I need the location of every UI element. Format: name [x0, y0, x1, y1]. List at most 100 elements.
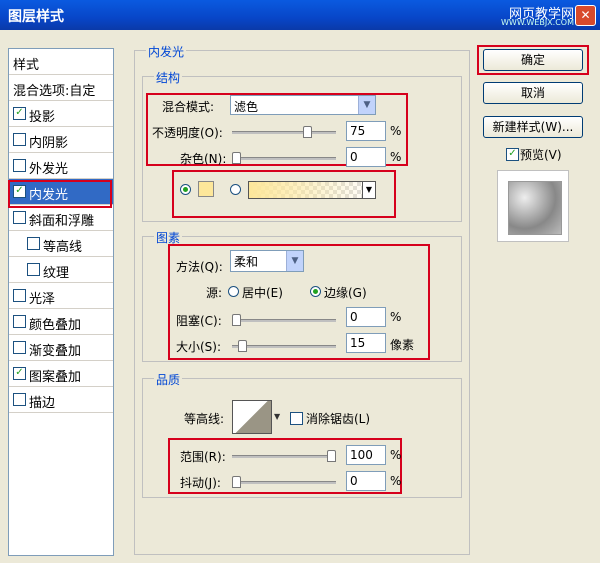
watermark-url: WWW.WEBJX.COM — [501, 18, 574, 27]
style-list-item-label: 渐变叠加 — [29, 344, 82, 359]
style-list-item[interactable]: ✓ 图案叠加 — [9, 361, 113, 387]
choke-unit: % — [390, 310, 402, 324]
solid-color-radio[interactable] — [180, 184, 191, 195]
chevron-down-icon[interactable]: ▼ — [274, 412, 280, 421]
choke-label: 阻塞(C): — [176, 314, 222, 328]
opacity-input[interactable]: 75 — [346, 121, 386, 141]
chevron-down-icon: ▼ — [362, 182, 375, 198]
size-unit: 像素 — [390, 338, 415, 352]
style-list-item[interactable]: 斜面和浮雕 — [9, 205, 113, 231]
jitter-label: 抖动(J): — [180, 476, 221, 490]
style-list-item-label: 等高线 — [43, 240, 83, 255]
style-list-item[interactable]: 混合选项:自定 — [9, 75, 113, 101]
source-label: 源: — [206, 286, 223, 300]
blend-mode-label: 混合模式: — [162, 100, 215, 114]
choke-slider[interactable] — [232, 314, 336, 326]
window-title: 图层样式 — [8, 9, 64, 25]
range-slider-thumb[interactable] — [327, 450, 336, 462]
noise-slider-thumb[interactable] — [232, 152, 241, 164]
style-list-item[interactable]: 内阴影 — [9, 127, 113, 153]
section-title: 内发光 — [146, 43, 187, 60]
noise-label: 杂色(N): — [180, 152, 227, 166]
style-list-item[interactable]: 等高线 — [9, 231, 113, 257]
jitter-slider-thumb[interactable] — [232, 476, 241, 488]
close-icon[interactable]: ✕ — [575, 5, 596, 26]
checkbox[interactable] — [13, 289, 26, 302]
style-list-item-label: 投影 — [29, 110, 56, 125]
choke-input[interactable]: 0 — [346, 307, 386, 327]
highlight-inner-glow — [8, 180, 112, 208]
style-list-item[interactable]: 外发光 — [9, 153, 113, 179]
opacity-slider-thumb[interactable] — [303, 126, 312, 138]
style-list-item-label: 混合选项:自定 — [13, 84, 96, 99]
style-list-item-label: 图案叠加 — [29, 370, 82, 385]
noise-unit: % — [390, 150, 402, 164]
glow-color-swatch[interactable] — [198, 181, 214, 197]
jitter-slider[interactable] — [232, 476, 336, 488]
style-list-item[interactable]: 描边 — [9, 387, 113, 413]
blend-mode-select[interactable]: 滤色 ▼ — [230, 95, 376, 115]
new-style-button[interactable]: 新建样式(W)... — [483, 116, 583, 138]
chevron-down-icon: ▼ — [358, 96, 375, 114]
opacity-label: 不透明度(O): — [152, 126, 223, 140]
contour-label: 等高线: — [184, 412, 225, 426]
method-label: 方法(Q): — [176, 260, 223, 274]
style-list-item[interactable]: 光泽 — [9, 283, 113, 309]
gradient-radio[interactable] — [230, 184, 241, 195]
range-input[interactable]: 100 — [346, 445, 386, 465]
style-list-item[interactable]: ✓ 投影 — [9, 101, 113, 127]
noise-slider[interactable] — [232, 152, 336, 164]
ok-button[interactable]: 确定 — [483, 49, 583, 71]
style-list-item[interactable]: 纹理 — [9, 257, 113, 283]
style-list-item-label: 光泽 — [29, 292, 56, 307]
quality-title: 品质 — [154, 371, 183, 388]
range-unit: % — [390, 448, 402, 462]
preview-checkbox[interactable]: ✓ — [506, 148, 519, 161]
checked-checkbox[interactable]: ✓ — [13, 367, 26, 380]
title-bar: 图层样式 网页教学网 WWW.WEBJX.COM ✕ — [0, 0, 600, 30]
checkbox[interactable] — [27, 263, 40, 276]
checkbox[interactable] — [13, 211, 26, 224]
size-slider-thumb[interactable] — [238, 340, 247, 352]
style-list-item-label: 内阴影 — [29, 136, 69, 151]
opacity-unit: % — [390, 124, 402, 138]
choke-slider-thumb[interactable] — [232, 314, 241, 326]
preview-texture — [508, 181, 562, 235]
method-select[interactable]: 柔和 ▼ — [230, 250, 304, 272]
jitter-unit: % — [390, 474, 402, 488]
style-list-item-label: 颜色叠加 — [29, 318, 82, 333]
checkbox[interactable] — [13, 159, 26, 172]
contour-picker[interactable] — [232, 400, 272, 434]
style-list-item-label: 描边 — [29, 396, 56, 411]
gradient-picker[interactable]: ▼ — [248, 181, 376, 199]
cancel-button[interactable]: 取消 — [483, 82, 583, 104]
style-preview — [497, 170, 569, 242]
chevron-down-icon: ▼ — [286, 251, 303, 271]
checkbox[interactable] — [13, 315, 26, 328]
antialias-label: 消除锯齿(L) — [306, 412, 371, 426]
checkbox[interactable] — [13, 393, 26, 406]
style-list-header: 样式 — [9, 49, 113, 75]
style-list-item[interactable]: 渐变叠加 — [9, 335, 113, 361]
checkbox[interactable] — [13, 341, 26, 354]
source-edge-label: 边缘(G) — [324, 286, 367, 300]
style-list-item[interactable]: 颜色叠加 — [9, 309, 113, 335]
jitter-input[interactable]: 0 — [346, 471, 386, 491]
source-edge-radio[interactable] — [310, 286, 321, 297]
preview-label: 预览(V) — [520, 148, 562, 162]
style-list-item-label: 外发光 — [29, 162, 69, 177]
size-slider[interactable] — [232, 340, 336, 352]
checked-checkbox[interactable]: ✓ — [13, 107, 26, 120]
range-slider[interactable] — [232, 450, 336, 462]
noise-input[interactable]: 0 — [346, 147, 386, 167]
checkbox[interactable] — [27, 237, 40, 250]
size-input[interactable]: 15 — [346, 333, 386, 353]
style-list: 样式 混合选项:自定 ✓ 投影 内阴影 外发光 ✓ 内发光 斜面和浮雕 等高线 纹理 光泽 颜色叠加渐… — [8, 48, 114, 556]
antialias-checkbox[interactable] — [290, 412, 303, 425]
checkbox[interactable] — [13, 133, 26, 146]
style-list-item-label: 纹理 — [43, 266, 70, 281]
structure-title: 结构 — [154, 69, 183, 86]
source-center-radio[interactable] — [228, 286, 239, 297]
opacity-slider[interactable] — [232, 126, 336, 138]
size-label: 大小(S): — [176, 340, 222, 354]
